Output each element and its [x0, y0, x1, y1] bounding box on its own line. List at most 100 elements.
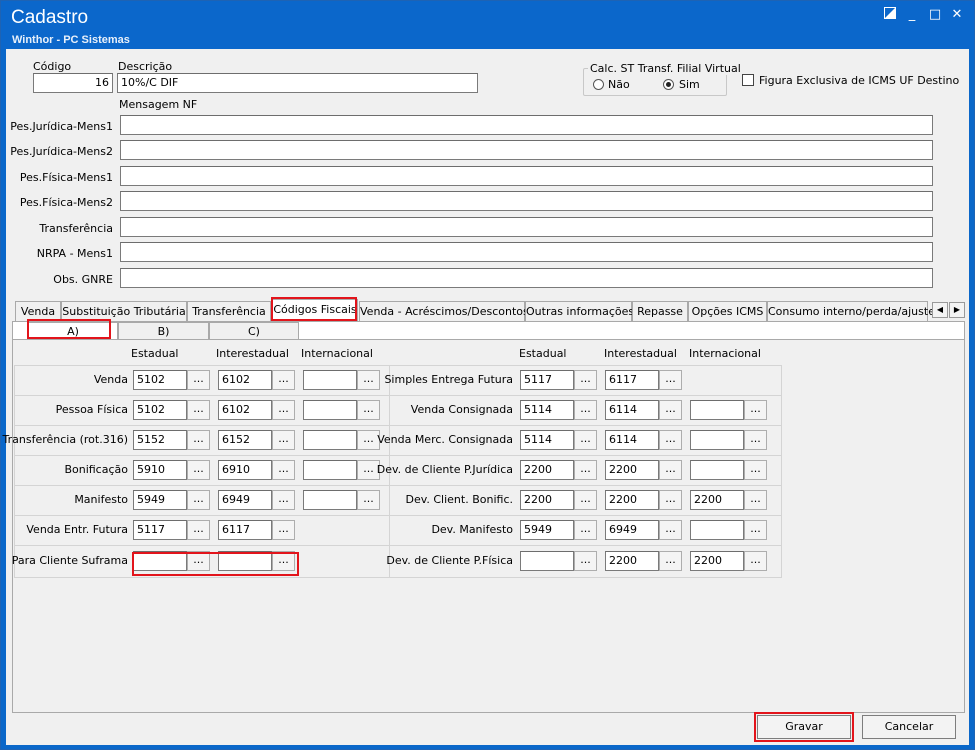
tab-venda-acrescimos-descontos[interactable]: Venda - Acréscimos/Descontos	[359, 301, 529, 321]
estadual-input[interactable]: 5117	[133, 520, 187, 540]
lookup-button[interactable]: ...	[187, 430, 210, 450]
estadual-input[interactable]: 5117	[520, 370, 574, 390]
radio-sim[interactable]	[663, 79, 674, 90]
tab-opcoes-icms[interactable]: Opções ICMS	[688, 301, 767, 321]
lookup-button[interactable]: ...	[272, 490, 295, 510]
estadual-input[interactable]: 5114	[520, 400, 574, 420]
message-input[interactable]	[120, 191, 933, 211]
codigo-input[interactable]: 16	[33, 73, 113, 93]
internacional-input[interactable]	[303, 430, 357, 450]
minimize-icon[interactable]: _	[903, 7, 921, 23]
tab-repasse[interactable]: Repasse	[632, 301, 688, 321]
estadual-input[interactable]: 2200	[520, 460, 574, 480]
lookup-button[interactable]: ...	[574, 551, 597, 571]
message-input[interactable]	[120, 268, 933, 288]
tab-scroll-right-icon[interactable]: ▶	[949, 302, 965, 318]
lookup-button[interactable]: ...	[744, 490, 767, 510]
interestadual-input[interactable]: 6117	[605, 370, 659, 390]
interestadual-input[interactable]: 6114	[605, 400, 659, 420]
lookup-button[interactable]: ...	[659, 400, 682, 420]
interestadual-input[interactable]: 6949	[218, 490, 272, 510]
restore-icon[interactable]	[881, 7, 899, 23]
message-input[interactable]	[120, 115, 933, 135]
cancelar-button[interactable]: Cancelar	[862, 715, 956, 739]
internacional-input[interactable]	[303, 490, 357, 510]
internacional-input[interactable]: 2200	[690, 490, 744, 510]
lookup-button[interactable]: ...	[659, 430, 682, 450]
interestadual-input[interactable]: 6117	[218, 520, 272, 540]
estadual-input[interactable]: 5949	[133, 490, 187, 510]
subtab-c[interactable]: C)	[209, 322, 299, 340]
lookup-button[interactable]: ...	[659, 370, 682, 390]
subtab-b[interactable]: B)	[118, 322, 209, 340]
tab-scroll-left-icon[interactable]: ◀	[932, 302, 948, 318]
lookup-button[interactable]: ...	[744, 520, 767, 540]
internacional-input[interactable]	[690, 400, 744, 420]
lookup-button[interactable]: ...	[272, 520, 295, 540]
tab-outras-informacoes[interactable]: Outras informações	[525, 301, 634, 321]
lookup-button[interactable]: ...	[272, 370, 295, 390]
lookup-button[interactable]: ...	[574, 370, 597, 390]
tab-transferencia[interactable]: Transferência	[187, 301, 271, 321]
tab-consumo-interno[interactable]: Consumo interno/perda/ajuste	[767, 301, 935, 321]
lookup-button[interactable]: ...	[357, 490, 380, 510]
internacional-input[interactable]	[690, 460, 744, 480]
internacional-input[interactable]: 2200	[690, 551, 744, 571]
lookup-button[interactable]: ...	[187, 520, 210, 540]
lookup-button[interactable]: ...	[574, 460, 597, 480]
lookup-button[interactable]: ...	[187, 400, 210, 420]
message-input[interactable]	[120, 242, 933, 262]
lookup-button[interactable]: ...	[744, 430, 767, 450]
internacional-input[interactable]	[303, 400, 357, 420]
lookup-button[interactable]: ...	[574, 430, 597, 450]
interestadual-input[interactable]: 6910	[218, 460, 272, 480]
lookup-button[interactable]: ...	[744, 551, 767, 571]
lookup-button[interactable]: ...	[744, 400, 767, 420]
estadual-input[interactable]: 5114	[520, 430, 574, 450]
estadual-input[interactable]: 5102	[133, 370, 187, 390]
lookup-button[interactable]: ...	[574, 490, 597, 510]
estadual-input[interactable]	[520, 551, 574, 571]
interestadual-input[interactable]: 6102	[218, 400, 272, 420]
lookup-button[interactable]: ...	[659, 490, 682, 510]
interestadual-input[interactable]: 6152	[218, 430, 272, 450]
tab-substituicao-tributaria[interactable]: Substituição Tributária	[61, 301, 187, 321]
lookup-button[interactable]: ...	[659, 460, 682, 480]
internacional-input[interactable]	[690, 520, 744, 540]
lookup-button[interactable]: ...	[357, 370, 380, 390]
close-icon[interactable]: ✕	[948, 7, 966, 23]
interestadual-input[interactable]: 6949	[605, 520, 659, 540]
lookup-button[interactable]: ...	[187, 490, 210, 510]
estadual-input[interactable]: 5102	[133, 400, 187, 420]
lookup-button[interactable]: ...	[744, 460, 767, 480]
lookup-button[interactable]: ...	[357, 400, 380, 420]
lookup-button[interactable]: ...	[272, 460, 295, 480]
message-input[interactable]	[120, 166, 933, 186]
figura-exclusiva-checkbox[interactable]	[742, 74, 754, 86]
interestadual-input[interactable]: 2200	[605, 551, 659, 571]
lookup-button[interactable]: ...	[574, 520, 597, 540]
estadual-input[interactable]: 5949	[520, 520, 574, 540]
lookup-button[interactable]: ...	[187, 370, 210, 390]
interestadual-input[interactable]: 6102	[218, 370, 272, 390]
lookup-button[interactable]: ...	[574, 400, 597, 420]
lookup-button[interactable]: ...	[187, 460, 210, 480]
lookup-button[interactable]: ...	[659, 551, 682, 571]
internacional-input[interactable]	[303, 460, 357, 480]
tab-venda[interactable]: Venda	[15, 301, 61, 321]
maximize-icon[interactable]: □	[926, 7, 944, 23]
lookup-button[interactable]: ...	[272, 400, 295, 420]
descricao-input[interactable]: 10%/C DIF	[117, 73, 478, 93]
interestadual-input[interactable]: 2200	[605, 490, 659, 510]
interestadual-input[interactable]: 6114	[605, 430, 659, 450]
message-input[interactable]	[120, 217, 933, 237]
radio-nao[interactable]	[593, 79, 604, 90]
internacional-input[interactable]	[303, 370, 357, 390]
estadual-input[interactable]: 5152	[133, 430, 187, 450]
interestadual-input[interactable]: 2200	[605, 460, 659, 480]
lookup-button[interactable]: ...	[659, 520, 682, 540]
estadual-input[interactable]: 5910	[133, 460, 187, 480]
internacional-input[interactable]	[690, 430, 744, 450]
estadual-input[interactable]: 2200	[520, 490, 574, 510]
lookup-button[interactable]: ...	[272, 430, 295, 450]
